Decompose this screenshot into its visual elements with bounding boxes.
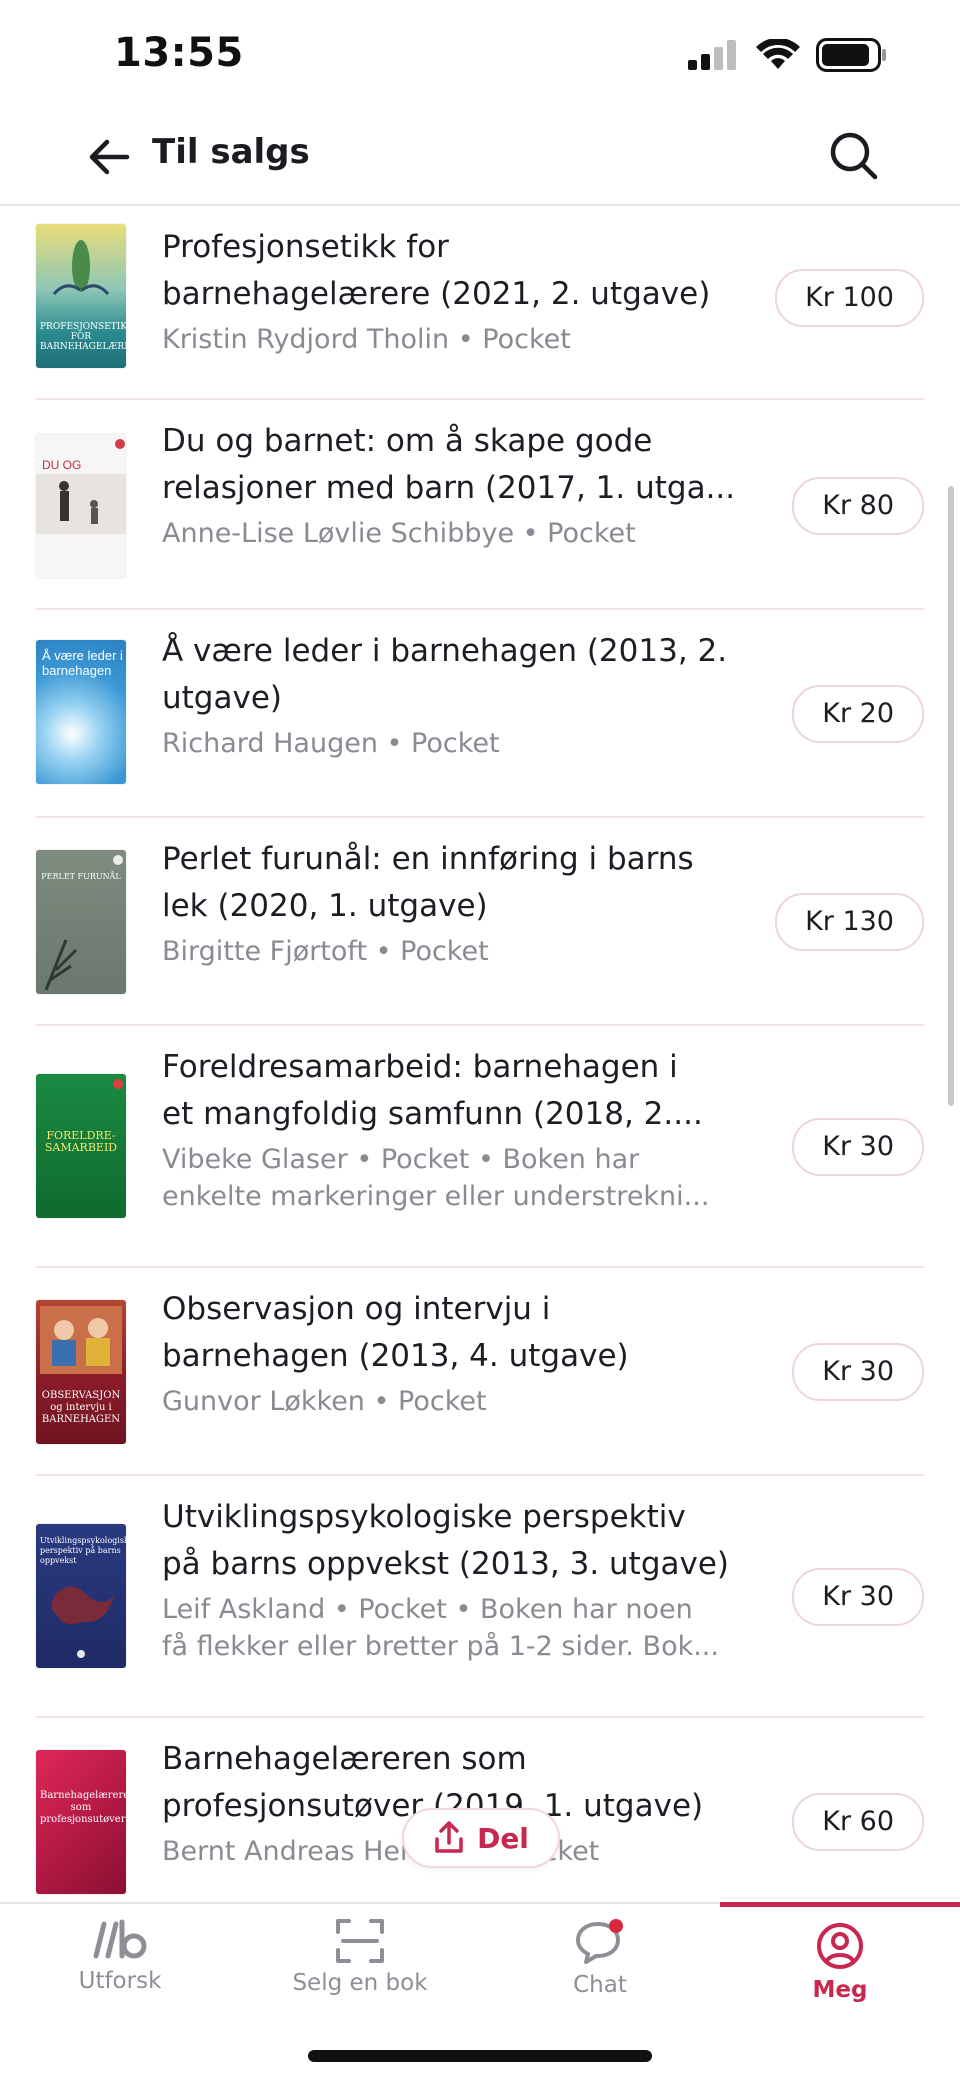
cover-title: PROFESJONSETIKK FOR BARNEHAGELÆRERE	[40, 322, 126, 352]
book-meta-line: Richard Haugen • Pocket	[162, 728, 500, 759]
book-title-line: Du og barnet: om å skape gode	[162, 423, 653, 459]
book-meta-line: få flekker eller bretter på 1-2 sider. B…	[162, 1631, 719, 1662]
book-title-line: på barns oppvekst (2013, 3. utgave)	[162, 1546, 730, 1582]
cover-title: Barnehagelæreren som profesjonsutøver	[40, 1790, 126, 1825]
price-badge[interactable]: Kr 30	[792, 1118, 924, 1176]
back-button[interactable]	[84, 132, 134, 182]
logo-icon	[93, 1919, 147, 1959]
profile-icon	[817, 1923, 863, 1969]
cover-title: Å være leder i barnehagen	[42, 648, 123, 678]
price-badge[interactable]: Kr 30	[792, 1343, 924, 1401]
book-meta-line: Leif Askland • Pocket • Boken har noen	[162, 1594, 693, 1625]
book-meta: Anne-Lise Løvlie Schibbye • Pocket	[162, 515, 782, 552]
book-title: Profesjonsetikk for barnehagelærere (202…	[162, 224, 782, 318]
book-title-line: relasjoner med barn (2017, 1. utga...	[162, 470, 736, 506]
book-meta: Birgitte Fjørtoft • Pocket	[162, 933, 782, 970]
book-title-line: utgave)	[162, 680, 282, 716]
book-cover: Å være leder i barnehagen	[36, 640, 126, 784]
book-title-line: et mangfoldig samfunn (2018, 2....	[162, 1096, 703, 1132]
tab-label: Utforsk	[78, 1968, 162, 1994]
price-badge[interactable]: Kr 30	[792, 1568, 924, 1626]
book-meta-line: Birgitte Fjørtoft • Pocket	[162, 936, 489, 967]
book-cover: Utviklingspsykologiske perspektiv på bar…	[36, 1524, 126, 1668]
price-badge[interactable]: Kr 100	[775, 269, 924, 327]
tab-meg[interactable]: Meg	[720, 1902, 960, 2022]
book-meta: Gunvor Løkken • Pocket	[162, 1383, 782, 1420]
tab-label: Selg en bok	[292, 1970, 428, 1996]
tab-utforsk[interactable]: Utforsk	[0, 1904, 240, 2024]
book-title-line: Observasjon og intervju i	[162, 1291, 551, 1327]
share-button[interactable]: Del	[402, 1808, 560, 1868]
book-meta-line: enkelte markeringer eller understrekni..…	[162, 1181, 710, 1212]
book-cover: DU OG BARNET	[36, 434, 126, 578]
scrollbar[interactable]	[948, 486, 954, 1106]
tab-bar: Utforsk Selg en bok Chat Meg	[0, 1902, 960, 2079]
book-title-line: Utviklingspsykologiske perspektiv	[162, 1499, 686, 1535]
status-time: 13:55	[114, 30, 244, 76]
book-meta: Richard Haugen • Pocket	[162, 725, 782, 762]
book-meta-line: Vibeke Glaser • Pocket • Boken har	[162, 1144, 640, 1175]
list-item[interactable]: PROFESJONSETIKK FOR BARNEHAGELÆRERE Prof…	[36, 206, 924, 400]
share-label: Del	[477, 1821, 529, 1855]
status-icons	[688, 38, 888, 72]
book-meta: Leif Askland • Pocket • Boken har noen f…	[162, 1591, 782, 1665]
price-badge[interactable]: Kr 80	[792, 477, 924, 535]
book-title-line: Å være leder i barnehagen (2013, 2.	[162, 633, 728, 669]
book-title: Å være leder i barnehagen (2013, 2. utga…	[162, 628, 782, 722]
list-item[interactable]: OBSERVASJON og intervju i BARNEHAGEN Obs…	[36, 1268, 924, 1476]
search-button[interactable]	[826, 128, 882, 184]
book-list: PROFESJONSETIKK FOR BARNEHAGELÆRERE Prof…	[0, 206, 960, 1902]
tab-label: Chat	[573, 1972, 627, 1998]
price-badge[interactable]: Kr 130	[775, 893, 924, 951]
book-title-line: barnehagelærere (2021, 2. utgave)	[162, 276, 711, 312]
list-item[interactable]: PERLET FURUNÅL Perlet furunål: en innfør…	[36, 818, 924, 1026]
status-bar: 13:55	[0, 0, 960, 110]
home-indicator	[308, 2050, 652, 2062]
book-title: Observasjon og intervju i barnehagen (20…	[162, 1286, 782, 1380]
book-title: Foreldresamarbeid: barnehagen i et mangf…	[162, 1044, 782, 1138]
signal-icon	[688, 40, 736, 70]
book-cover: PROFESJONSETIKK FOR BARNEHAGELÆRERE	[36, 224, 126, 368]
list-item[interactable]: Utviklingspsykologiske perspektiv på bar…	[36, 1476, 924, 1718]
book-meta-line: Gunvor Løkken • Pocket	[162, 1386, 487, 1417]
book-title-line: Perlet furunål: en innføring i barns	[162, 841, 694, 877]
book-title-line: Profesjonsetikk for	[162, 229, 449, 265]
cover-title: OBSERVASJON og intervju i BARNEHAGEN	[41, 1390, 121, 1425]
arrow-left-icon	[89, 139, 130, 175]
book-cover: FORELDRE-SAMARBEID	[36, 1074, 126, 1218]
tab-selg-en-bok[interactable]: Selg en bok	[240, 1904, 480, 2024]
book-meta-line: Anne-Lise Løvlie Schibbye • Pocket	[162, 518, 636, 549]
book-title-line: Foreldresamarbeid: barnehagen i	[162, 1049, 678, 1085]
book-meta-line: Kristin Rydjord Tholin • Pocket	[162, 324, 571, 355]
list-item[interactable]: Å være leder i barnehagen Å være leder i…	[36, 610, 924, 818]
book-meta: Vibeke Glaser • Pocket • Boken har enkel…	[162, 1141, 782, 1215]
page-title: Til salgs	[152, 132, 310, 172]
header-bar: Til salgs	[0, 110, 960, 206]
book-title-line: Barnehagelæreren som	[162, 1741, 527, 1777]
price-badge[interactable]: Kr 60	[792, 1793, 924, 1851]
tab-chat[interactable]: Chat	[480, 1904, 720, 2024]
book-title: Du og barnet: om å skape gode relasjoner…	[162, 418, 782, 512]
scan-icon	[336, 1919, 384, 1963]
price-badge[interactable]: Kr 20	[792, 685, 924, 743]
chat-icon	[576, 1919, 623, 1964]
wifi-icon	[756, 39, 800, 69]
share-icon	[435, 1821, 463, 1853]
list-item[interactable]: DU OG BARNET Du og barnet: om å skape go…	[36, 400, 924, 610]
book-title-line: barnehagen (2013, 4. utgave)	[162, 1338, 629, 1374]
book-meta: Kristin Rydjord Tholin • Pocket	[162, 321, 782, 358]
book-cover: PERLET FURUNÅL	[36, 850, 126, 994]
tab-label: Meg	[812, 1977, 868, 2003]
book-cover: Barnehagelæreren som profesjonsutøver	[36, 1750, 126, 1894]
battery-icon	[816, 38, 886, 72]
book-cover: OBSERVASJON og intervju i BARNEHAGEN	[36, 1300, 126, 1444]
search-icon	[830, 132, 878, 180]
book-title-line: lek (2020, 1. utgave)	[162, 888, 488, 924]
book-title: Perlet furunål: en innføring i barns lek…	[162, 836, 782, 930]
list-item[interactable]: FORELDRE-SAMARBEID Foreldresamarbeid: ba…	[36, 1026, 924, 1268]
book-title: Utviklingspsykologiske perspektiv på bar…	[162, 1494, 782, 1588]
